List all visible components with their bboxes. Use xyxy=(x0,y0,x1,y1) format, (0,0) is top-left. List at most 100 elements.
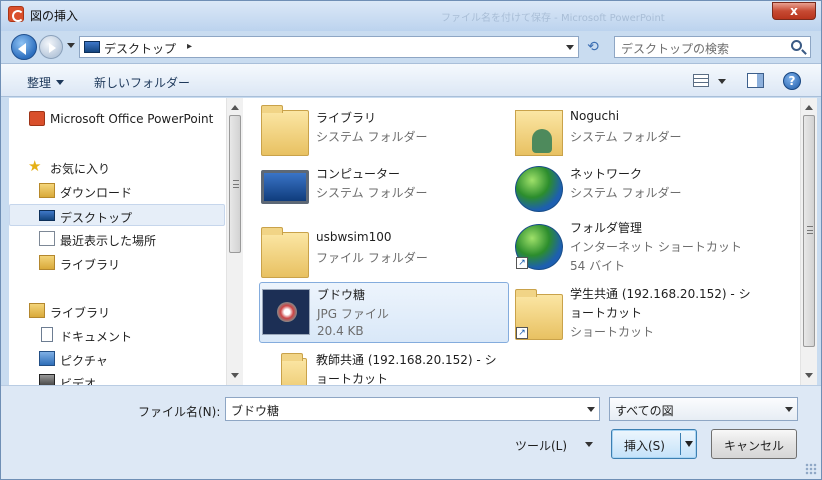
file-item-folder-management[interactable]: ↗ フォルダ管理 インターネット ショートカット 54 バイト xyxy=(513,216,763,278)
scroll-thumb[interactable] xyxy=(229,115,241,253)
address-bar[interactable]: デスクトップ ▸ xyxy=(79,36,579,58)
search-box[interactable]: デスクトップの検索 xyxy=(614,36,811,58)
nav-item-downloads[interactable]: ダウンロード xyxy=(9,180,225,202)
nav-item-label: Microsoft Office PowerPoint xyxy=(50,112,214,126)
scroll-thumb[interactable] xyxy=(803,115,815,347)
organize-button[interactable]: 整理 xyxy=(27,74,65,91)
star-icon: ★ xyxy=(28,157,42,175)
recent-pages-dropdown[interactable] xyxy=(67,43,75,52)
filename-label: ファイル名(N): xyxy=(138,405,221,419)
file-item-network[interactable]: ネットワーク システム フォルダー xyxy=(513,162,763,224)
file-name: ネットワーク xyxy=(570,167,643,181)
nav-item-label: ビデオ xyxy=(60,377,97,385)
file-name: usbwsim100 xyxy=(316,230,392,244)
nav-item-desktop[interactable]: デスクトップ xyxy=(9,204,225,226)
nav-item-powerpoint[interactable]: Microsoft Office PowerPoint xyxy=(9,108,225,130)
resize-grip[interactable] xyxy=(805,463,817,475)
folder-icon xyxy=(261,227,309,278)
nav-item-label: デスクトップ xyxy=(60,211,133,225)
shortcut-arrow-icon: ↗ xyxy=(516,327,528,339)
nav-item-libraries[interactable]: ライブラリ xyxy=(9,300,225,322)
refresh-button[interactable]: ⟲ xyxy=(584,38,602,56)
file-size: 20.4 KB xyxy=(317,324,364,338)
tools-button[interactable]: ツール(L) xyxy=(515,437,567,454)
back-button[interactable] xyxy=(11,34,37,60)
file-name-continued: ョートカット xyxy=(570,306,643,320)
chevron-down-icon xyxy=(785,407,793,416)
filename-value[interactable]: ブドウ糖 xyxy=(231,402,279,419)
breadcrumb-separator[interactable]: ▸ xyxy=(187,41,192,52)
split-divider xyxy=(680,433,681,455)
filename-field[interactable]: ブドウ糖 xyxy=(225,397,600,421)
jpg-image-icon xyxy=(262,289,310,335)
scroll-down-arrow[interactable] xyxy=(231,373,239,382)
help-icon[interactable]: ? xyxy=(783,72,801,90)
library-icon xyxy=(39,255,55,270)
file-type: インターネット ショートカット xyxy=(570,240,742,254)
video-icon xyxy=(39,374,55,385)
chevron-down-icon xyxy=(56,80,65,89)
file-item-usbwsim100[interactable]: usbwsim100 ファイル フォルダー xyxy=(259,222,509,284)
scroll-up-arrow[interactable] xyxy=(231,101,239,110)
change-view-icon[interactable] xyxy=(693,74,709,87)
file-type: ショートカット xyxy=(570,325,655,339)
filename-history-dropdown[interactable] xyxy=(587,407,595,416)
background-window-title: ファイル名を付けて保存 - Microsoft PowerPoint xyxy=(441,13,665,24)
navigation-pane: Microsoft Office PowerPoint ★ お気に入り ダウンロ… xyxy=(9,98,242,385)
tools-dropdown-icon[interactable] xyxy=(585,442,593,451)
cancel-button-label: キャンセル xyxy=(724,439,785,453)
cancel-button[interactable]: キャンセル xyxy=(711,429,797,459)
file-item-noguchi[interactable]: Noguchi システム フォルダー xyxy=(513,106,763,168)
file-name: コンピューター xyxy=(316,167,401,181)
scroll-up-arrow[interactable] xyxy=(805,101,813,110)
filetype-select[interactable]: すべての図 xyxy=(609,397,798,421)
insert-button[interactable]: 挿入(S) xyxy=(611,429,697,459)
scroll-down-arrow[interactable] xyxy=(805,373,813,382)
file-list-scrollbar[interactable] xyxy=(800,98,817,385)
nav-item-pictures[interactable]: ピクチャ xyxy=(9,348,225,370)
file-item-budoutou[interactable]: ブドウ糖 JPG ファイル 20.4 KB xyxy=(259,282,509,343)
user-folder-icon xyxy=(515,110,563,156)
file-name-continued: ョートカット xyxy=(316,372,389,385)
file-item-libraries[interactable]: ライブラリ システム フォルダー xyxy=(259,105,509,168)
nav-item-videos[interactable]: ビデオ xyxy=(9,371,225,385)
file-item-student-shared[interactable]: ↗ 学生共通 (192.168.20.152) - シ ョートカット ショートカ… xyxy=(513,282,763,344)
file-name: ブドウ糖 xyxy=(317,288,366,302)
nav-item-documents[interactable]: ドキュメント xyxy=(9,324,225,346)
pictures-icon xyxy=(39,351,55,366)
file-item-computer[interactable]: コンピューター システム フォルダー xyxy=(259,162,509,224)
insert-options-dropdown[interactable] xyxy=(685,441,693,451)
recent-places-icon xyxy=(39,231,55,246)
file-type: ファイル フォルダー xyxy=(316,251,428,265)
file-name: Noguchi xyxy=(570,109,620,123)
forward-button[interactable] xyxy=(39,35,63,59)
desktop-icon xyxy=(39,210,55,221)
network-icon xyxy=(515,166,563,212)
nav-pane-scrollbar[interactable] xyxy=(226,98,243,385)
nav-item-label: 最近表示した場所 xyxy=(60,234,157,248)
search-input[interactable]: デスクトップの検索 xyxy=(621,40,729,57)
shortcut-arrow-icon: ↗ xyxy=(516,257,528,269)
nav-item-favorites[interactable]: ★ お気に入り xyxy=(9,156,225,178)
search-icon[interactable] xyxy=(791,40,802,51)
close-button[interactable]: x xyxy=(772,2,816,20)
library-icon xyxy=(29,303,45,318)
new-folder-button[interactable]: 新しいフォルダー xyxy=(94,74,190,91)
view-options-dropdown[interactable] xyxy=(718,79,726,88)
insert-picture-dialog: 図の挿入 ファイル名を付けて保存 - Microsoft PowerPoint … xyxy=(0,0,822,480)
nav-item-recent-places[interactable]: 最近表示した場所 xyxy=(9,228,225,250)
nav-item-library-shortcut[interactable]: ライブラリ xyxy=(9,252,225,274)
breadcrumb-desktop[interactable]: デスクトップ xyxy=(104,40,176,57)
downloads-folder-icon xyxy=(39,183,55,198)
command-toolbar: 整理 新しいフォルダー ? xyxy=(1,63,821,97)
preview-pane-icon[interactable] xyxy=(747,73,764,88)
powerpoint-icon xyxy=(29,111,45,126)
folder-shortcut-icon xyxy=(281,353,307,385)
file-item-teacher-shared[interactable]: 教師共通 (192.168.20.152) - シ ョートカット xyxy=(259,348,509,385)
file-type: システム フォルダー xyxy=(316,130,428,144)
insert-button-label: 挿入(S) xyxy=(624,439,665,453)
file-type: システム フォルダー xyxy=(316,186,428,200)
file-list: ライブラリ システム フォルダー Noguchi システム フォルダー コンピュ… xyxy=(243,98,800,385)
address-dropdown[interactable] xyxy=(566,45,574,54)
internet-shortcut-icon: ↗ xyxy=(515,224,563,270)
